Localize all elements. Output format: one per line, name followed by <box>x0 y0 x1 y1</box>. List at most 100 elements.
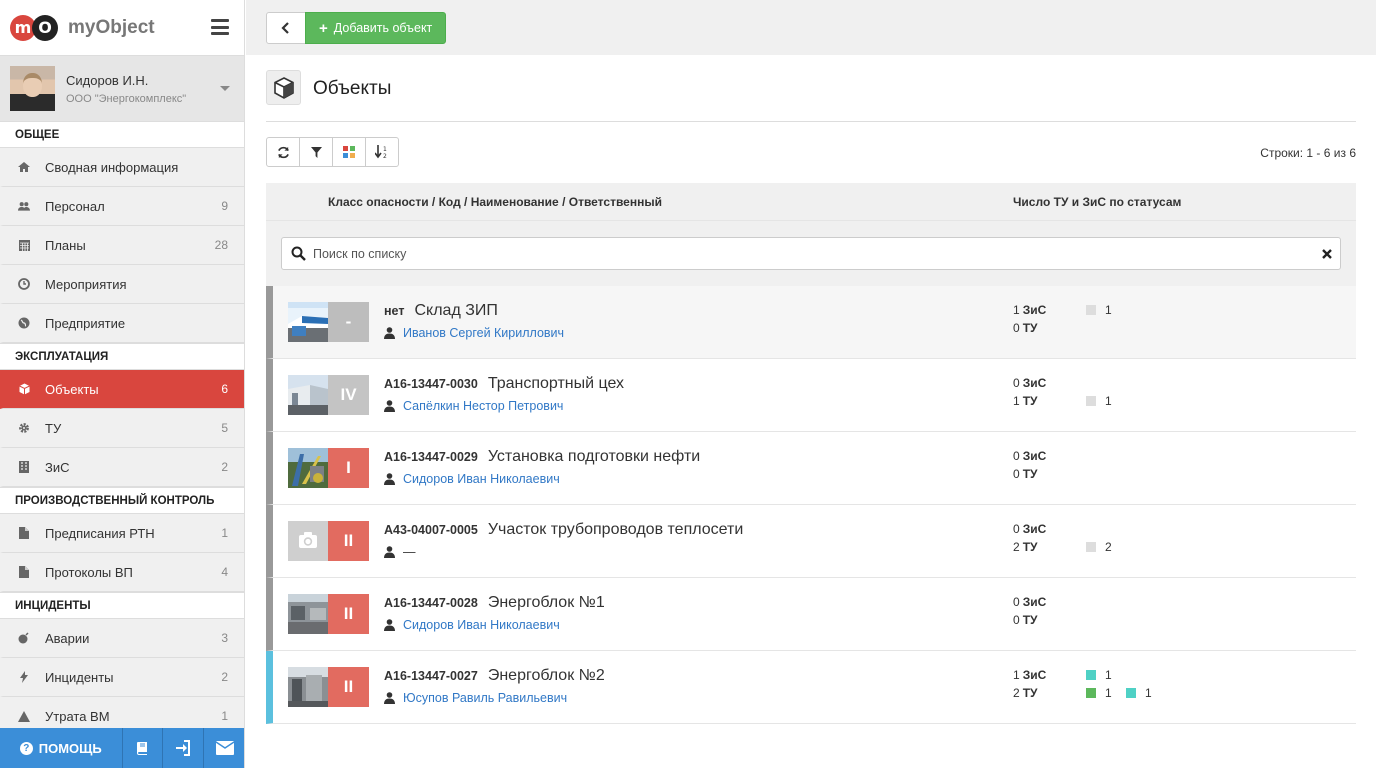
home-icon <box>18 161 30 173</box>
sidebar-item[interactable]: Планы 28 <box>0 226 244 265</box>
table-row[interactable]: - нет Склад ЗИП Иванов Сергей Кириллович 1 Зи… <box>266 286 1356 359</box>
cube-icon <box>18 383 30 395</box>
bolt-icon <box>18 671 30 683</box>
svg-text:2: 2 <box>383 153 387 159</box>
user-icon <box>384 327 395 339</box>
tu-status-chip[interactable]: 2 <box>1086 540 1112 554</box>
hazard-class-badge: II <box>328 667 369 707</box>
tu-count-value: 0 <box>1013 467 1020 481</box>
tu-status-value: 1 <box>1145 686 1152 700</box>
menu-toggle-icon[interactable] <box>211 19 229 35</box>
sidebar-item[interactable]: Предприятие <box>0 304 244 343</box>
table-row[interactable]: IV А16-13447-0030 Транспортный цех Сапёлкин… <box>266 359 1356 432</box>
sidebar-item[interactable]: Протоколы ВП 4 <box>0 553 244 592</box>
clear-search-button[interactable] <box>1314 248 1340 259</box>
back-button[interactable] <box>266 12 306 44</box>
sidebar-item[interactable]: ЗиС 2 <box>0 448 244 487</box>
object-code: нет <box>384 304 405 318</box>
sidebar-item[interactable]: Инциденты 2 <box>0 658 244 697</box>
logo-circle-o: O <box>32 14 58 41</box>
responsible-person-link[interactable]: Сидоров Иван Николаевич <box>403 618 560 632</box>
object-name[interactable]: Склад ЗИП <box>414 302 497 320</box>
document-icon <box>18 566 30 578</box>
object-thumbnail[interactable] <box>288 521 328 561</box>
user-panel[interactable]: Сидоров И.Н. ООО "Энергокомплекс" <box>0 55 244 121</box>
logout-button[interactable] <box>163 728 205 768</box>
column-header-status[interactable]: Число ТУ и ЗиС по статусам <box>1013 195 1181 209</box>
sidebar-item-label: ЗиС <box>45 459 70 475</box>
zis-label: ЗиС <box>1022 522 1047 536</box>
tu-count: 2 ТУ <box>1013 540 1037 554</box>
responsible-person-link[interactable]: Иванов Сергей Кириллович <box>403 326 564 340</box>
close-icon <box>1322 248 1332 259</box>
sidebar-item-label: ТУ <box>45 420 62 436</box>
tu-label: ТУ <box>1022 467 1038 481</box>
sort-button[interactable]: 12 <box>365 137 399 167</box>
chevron-down-icon[interactable] <box>220 86 230 91</box>
sidebar-item-label: Протоколы ВП <box>45 564 133 580</box>
refresh-button[interactable] <box>266 137 300 167</box>
table-row[interactable]: I А16-13447-0029 Установка подготовки нефт… <box>266 432 1356 505</box>
zis-count-value: 0 <box>1013 522 1020 536</box>
sidebar-item[interactable]: Персонал 9 <box>0 187 244 226</box>
sidebar-item-count: 5 <box>221 421 228 435</box>
search-input[interactable] <box>313 246 1314 261</box>
responsible-person-link[interactable]: Сапёлкин Нестор Петрович <box>403 399 563 413</box>
cube-icon <box>266 70 301 105</box>
add-object-button[interactable]: + Добавить объект <box>305 12 447 44</box>
calendar-icon <box>18 239 30 251</box>
tu-status-chip[interactable]: 1 <box>1086 394 1112 408</box>
sidebar-item[interactable]: Сводная информация <box>0 148 244 187</box>
column-header-name[interactable]: Класс опасности / Код / Наименование / О… <box>328 195 662 209</box>
zis-status-value: 1 <box>1105 303 1112 317</box>
object-thumbnail[interactable] <box>288 302 328 342</box>
filter-button[interactable] <box>299 137 333 167</box>
object-thumbnail[interactable] <box>288 375 328 415</box>
object-code: А16-13447-0027 <box>384 669 478 683</box>
tu-status-value: 1 <box>1105 686 1112 700</box>
sidebar-item-label: Аварии <box>45 630 90 646</box>
book-button[interactable] <box>123 728 164 768</box>
building-icon <box>18 461 30 473</box>
responsible-person-link[interactable]: Сидоров Иван Николаевич <box>403 472 560 486</box>
zis-status-chip[interactable]: 1 <box>1086 303 1112 317</box>
sidebar: m O myObject Сидоров И.Н. ООО "Энергоком… <box>0 0 245 768</box>
object-thumbnail[interactable] <box>288 448 328 488</box>
table-row[interactable]: II А16-13447-0027 Энергоблок №2 Юсупов Рави… <box>266 651 1356 724</box>
add-object-label: Добавить объект <box>333 21 433 35</box>
object-name[interactable]: Энергоблок №1 <box>488 594 605 612</box>
object-thumbnail[interactable] <box>288 667 328 707</box>
sidebar-item[interactable]: Объекты 6 <box>0 370 244 409</box>
sidebar-item-label: Утрата ВМ <box>45 708 110 724</box>
object-name[interactable]: Участок трубопроводов теплосети <box>488 521 743 539</box>
sidebar-item[interactable]: Мероприятия <box>0 265 244 304</box>
zis-label: ЗиС <box>1022 595 1047 609</box>
sidebar-item[interactable]: ТУ 5 <box>0 409 244 448</box>
sidebar-item[interactable]: Предписания РТН 1 <box>0 514 244 553</box>
zis-count: 0 ЗиС <box>1013 449 1046 463</box>
sidebar-item[interactable]: Аварии 3 <box>0 619 244 658</box>
help-button[interactable]: ? ПОМОЩЬ <box>0 728 123 768</box>
zis-status-chip[interactable]: 1 <box>1086 668 1112 682</box>
tu-status-chip[interactable]: 1 <box>1086 686 1112 700</box>
columns-button[interactable] <box>332 137 366 167</box>
tu-count-value: 0 <box>1013 321 1020 335</box>
hazard-class-badge: II <box>328 521 369 561</box>
zis-count: 0 ЗиС <box>1013 522 1046 536</box>
object-name[interactable]: Установка подготовки нефти <box>488 448 700 466</box>
sidebar-item-count: 9 <box>221 199 228 213</box>
logo[interactable]: m O <box>10 14 58 41</box>
tu-status-chip[interactable]: 1 <box>1126 686 1152 700</box>
sidebar-item-label: Сводная информация <box>45 159 179 175</box>
zis-label: ЗиС <box>1022 668 1047 682</box>
object-thumbnail[interactable] <box>288 594 328 634</box>
brand: m O myObject <box>0 0 244 55</box>
object-name[interactable]: Энергоблок №2 <box>488 667 605 685</box>
mail-button[interactable] <box>204 728 244 768</box>
responsible-person-link[interactable]: Юсупов Равиль Равильевич <box>403 691 567 705</box>
sidebar-item-count: 1 <box>221 526 228 540</box>
table-row[interactable]: II А16-13447-0028 Энергоблок №1 Сидоров Ива… <box>266 578 1356 651</box>
table-row[interactable]: II А43-04007-0005 Участок трубопроводов те… <box>266 505 1356 578</box>
object-name[interactable]: Транспортный цех <box>488 375 624 393</box>
question-icon: ? <box>19 741 33 755</box>
